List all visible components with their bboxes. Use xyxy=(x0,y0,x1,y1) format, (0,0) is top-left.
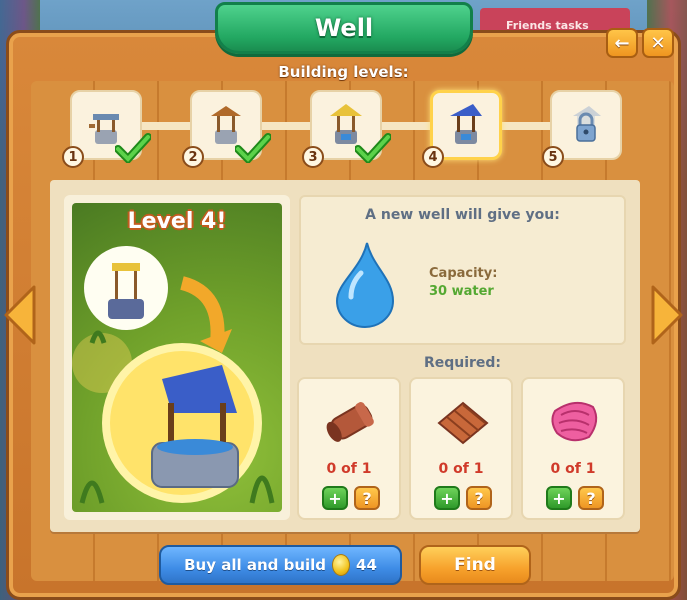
required-label: Required: xyxy=(423,355,502,371)
required-item-card: 0 of 1 + ? xyxy=(409,377,513,520)
find-button[interactable]: Find xyxy=(419,545,531,585)
previous-arrow-icon[interactable] xyxy=(0,283,38,347)
required-item-card: 0 of 1 + ? xyxy=(297,377,401,520)
checkmark-icon xyxy=(115,133,151,163)
well-level-4-icon xyxy=(450,104,482,144)
add-item-button[interactable]: + xyxy=(546,486,572,510)
add-item-button[interactable]: + xyxy=(434,486,460,510)
help-item-button[interactable]: ? xyxy=(578,486,604,510)
help-item-button[interactable]: ? xyxy=(354,486,380,510)
coin-icon xyxy=(332,554,351,576)
buy-all-label: Buy all and build xyxy=(184,556,327,574)
water-drop-icon xyxy=(335,242,395,328)
capacity-value: 30 water xyxy=(429,284,494,299)
help-item-button[interactable]: ? xyxy=(466,486,492,510)
level-number-5: 5 xyxy=(542,146,564,168)
required-count: 0 of 1 xyxy=(326,461,372,477)
required-count: 0 of 1 xyxy=(550,461,596,477)
reward-title: A new well will give you: xyxy=(365,207,560,223)
level-number-1: 1 xyxy=(62,146,84,168)
roof-tiles-icon xyxy=(437,401,489,445)
level-title: Level 4! xyxy=(127,209,227,234)
lock-icon xyxy=(573,106,601,142)
level-number-4: 4 xyxy=(422,146,444,168)
buy-price: 44 xyxy=(356,556,377,574)
level-number-2: 2 xyxy=(182,146,204,168)
building-levels-label: Building levels: xyxy=(278,63,409,81)
dialog-title: Well xyxy=(314,14,374,42)
clay-pipe-icon xyxy=(326,402,374,442)
level-preview-card: Level 4! xyxy=(64,195,290,520)
title-ribbon: Well xyxy=(215,2,473,54)
add-item-button[interactable]: + xyxy=(322,486,348,510)
level-number-3: 3 xyxy=(302,146,324,168)
checkmark-icon xyxy=(235,133,271,163)
required-item-card: 0 of 1 + ? xyxy=(521,377,625,520)
pink-cloth-icon xyxy=(551,401,598,442)
capacity-label: Capacity: xyxy=(429,266,498,281)
close-button[interactable]: ✕ xyxy=(642,28,674,58)
level-preview-scene: Level 4! xyxy=(72,203,282,512)
back-button[interactable]: ← xyxy=(606,28,638,58)
preview-illustration xyxy=(72,246,275,504)
required-count: 0 of 1 xyxy=(438,461,484,477)
checkmark-icon xyxy=(355,133,391,163)
reward-box: A new well will give you: Capacity: 30 w… xyxy=(299,195,626,345)
buy-all-and-build-button[interactable]: Buy all and build 44 xyxy=(159,545,402,585)
next-arrow-icon[interactable] xyxy=(649,283,687,347)
